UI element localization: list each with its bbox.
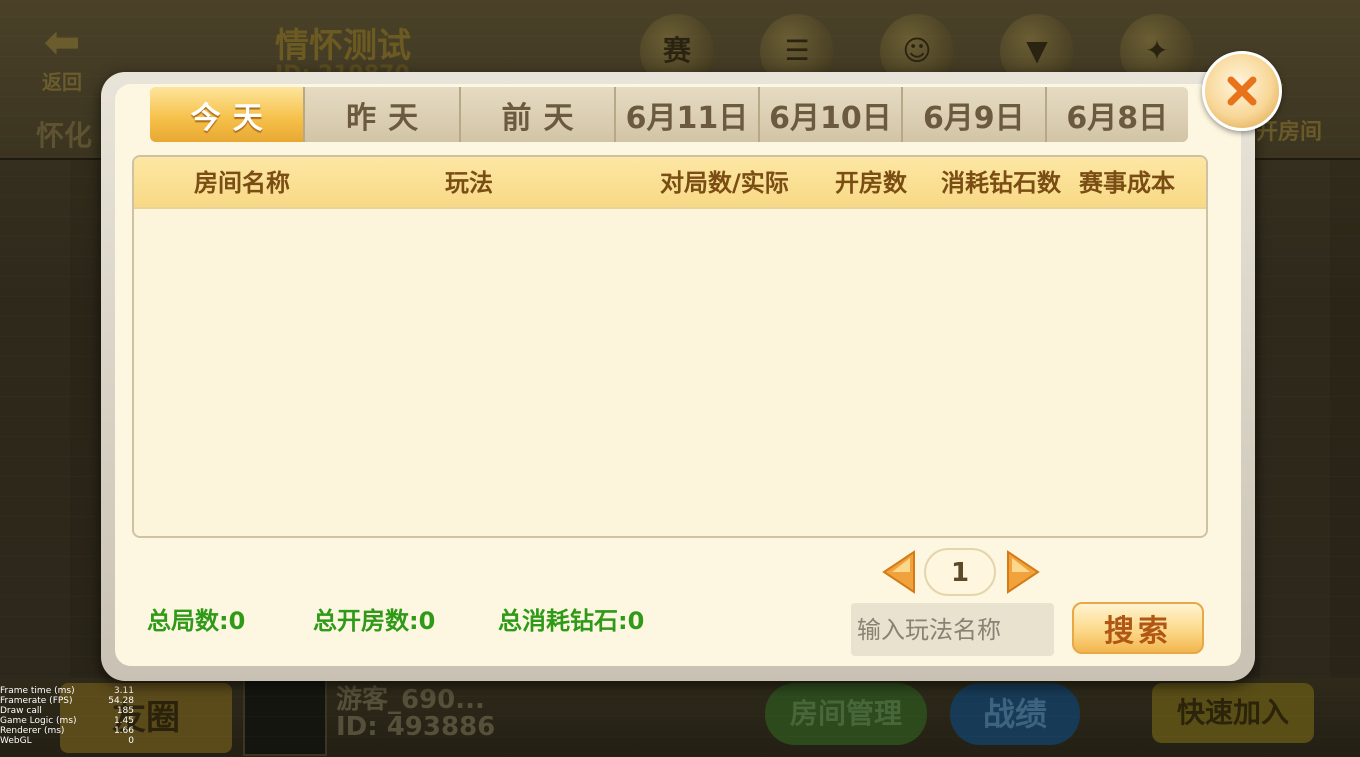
tab-yesterday[interactable]: 昨天 [305,87,461,142]
debug-stat-row: Renderer (ms) 1.66 [0,726,134,736]
tab-today[interactable]: 今天 [150,87,306,142]
total-diamonds: 总消耗钻石:0 [498,607,645,635]
stat-value: 1.66 [113,726,134,736]
stat-label: Draw call [0,706,42,716]
tab-june-11[interactable]: 6月11日 [616,87,760,142]
debug-stat-row: Draw call 185 [0,706,134,716]
stat-value: 0 [128,736,134,746]
stat-value: 1.45 [113,716,134,726]
record-button[interactable]: 战绩 [950,683,1080,745]
stat-label: Frame time (ms) [0,686,75,696]
total-games: 总局数:0 [147,607,246,635]
club-title: 情怀测试 [275,26,411,66]
column-rooms-opened: 开房数 [835,169,907,197]
tab-june-10[interactable]: 6月10日 [759,87,904,142]
back-arrow-icon: ⬅ [43,17,81,68]
date-tabs: 今天 昨天 前天 6月11日 6月10日 6月9日 6月8日 [150,87,1188,142]
avatar[interactable] [243,672,327,756]
close-icon [1227,76,1257,106]
close-button[interactable] [1202,51,1282,131]
debug-stat-row: WebGL 0 [0,736,134,746]
column-games-actual: 对局数/实际 [660,169,789,197]
tab-june-8[interactable]: 6月8日 [1046,87,1188,142]
page-number: 1 [924,548,996,596]
next-page-arrow-icon[interactable] [1006,550,1040,594]
stat-label: Game Logic (ms) [0,716,77,726]
stat-value: 185 [116,706,134,716]
back-label: 返回 [42,70,82,94]
debug-stat-row: Game Logic (ms) 1.45 [0,716,134,726]
table-header: 房间名称 玩法 对局数/实际 开房数 消耗钻石数 赛事成本 [134,157,1206,209]
tab-june-9[interactable]: 6月9日 [903,87,1047,142]
debug-stats: Frame time (ms) 3.11 Framerate (FPS) 54.28… [0,686,134,746]
quick-join-button[interactable]: 快速加入 [1152,683,1314,743]
stat-value: 54.28 [108,696,134,706]
room-manage-button[interactable]: 房间管理 [765,683,927,745]
club-name: 怀化 [36,119,93,152]
column-game-mode: 玩法 [445,169,493,197]
stat-value: 3.11 [113,686,134,696]
search-button[interactable]: 搜索 [1072,602,1204,654]
stat-label: Renderer (ms) [0,726,65,736]
debug-stat-row: Framerate (FPS) 54.28 [0,696,134,706]
records-table[interactable]: 房间名称 玩法 对局数/实际 开房数 消耗钻石数 赛事成本 [132,155,1208,538]
stat-label: WebGL [0,736,32,746]
debug-stat-row: Frame time (ms) 3.11 [0,686,134,696]
game-mode-search-input[interactable] [851,603,1054,656]
total-rooms: 总开房数:0 [313,607,436,635]
prev-page-arrow-icon[interactable] [882,550,916,594]
back-button[interactable]: ⬅ 返回 [22,20,102,95]
column-diamonds-used: 消耗钻石数 [941,169,1061,197]
stat-label: Framerate (FPS) [0,696,73,706]
column-event-cost: 赛事成本 [1079,169,1175,197]
tab-day-before[interactable]: 前天 [460,87,617,142]
column-room-name: 房间名称 [194,169,290,197]
user-id: ID: 493886 [336,712,496,742]
user-name: 游客_690... [336,685,485,715]
